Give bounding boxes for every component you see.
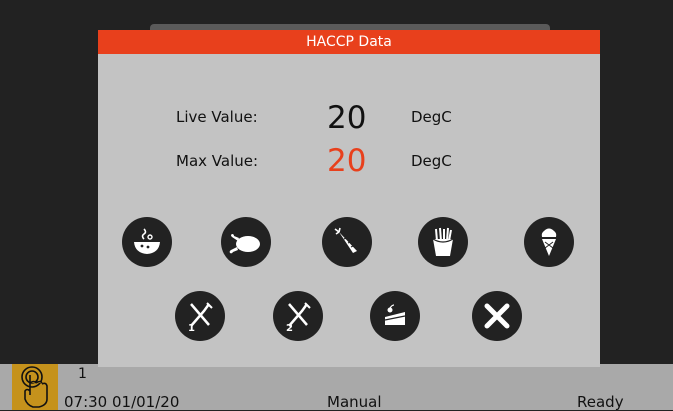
roast-chicken-icon <box>229 234 260 254</box>
ice-cream-icon <box>541 228 557 256</box>
fries-icon <box>432 227 454 256</box>
live-value-label: Live Value: <box>176 108 258 126</box>
status-datetime: 07:30 01/01/20 <box>64 393 180 411</box>
live-value: 20 <box>327 100 367 136</box>
cutlery-icon: 1 <box>188 302 213 334</box>
fries-button[interactable] <box>418 217 468 267</box>
cake-button[interactable] <box>370 291 420 341</box>
chicken-button[interactable] <box>221 217 271 267</box>
max-value: 20 <box>327 143 367 179</box>
live-value-unit: DegC <box>411 108 452 126</box>
carrot-icon <box>334 227 357 253</box>
cutlery-badge-1: 1 <box>188 323 195 334</box>
ice-cream-button[interactable] <box>524 217 574 267</box>
cutlery-badge-2: 2 <box>286 323 293 334</box>
max-value-unit: DegC <box>411 152 452 170</box>
status-mode: Manual <box>327 393 382 411</box>
max-value-label: Max Value: <box>176 152 259 170</box>
cake-slice-icon <box>384 304 406 325</box>
cutlery-icon: 2 <box>286 302 311 334</box>
status-number: 1 <box>78 366 87 382</box>
carrot-button[interactable] <box>322 217 372 267</box>
cutlery-button-2[interactable]: 2 <box>273 291 323 341</box>
haccp-dialog: HACCP Data Live Value: 20 DegC Max Value… <box>98 30 600 367</box>
close-icon <box>484 303 510 329</box>
dialog-title: HACCP Data <box>98 30 600 54</box>
touch-button[interactable] <box>12 364 58 410</box>
touch-hand-icon <box>21 366 48 408</box>
status-state: Ready <box>577 393 624 411</box>
close-button[interactable] <box>472 291 522 341</box>
soup-button[interactable] <box>122 217 172 267</box>
soup-bowl-icon <box>134 228 160 254</box>
cutlery-button-1[interactable]: 1 <box>175 291 225 341</box>
